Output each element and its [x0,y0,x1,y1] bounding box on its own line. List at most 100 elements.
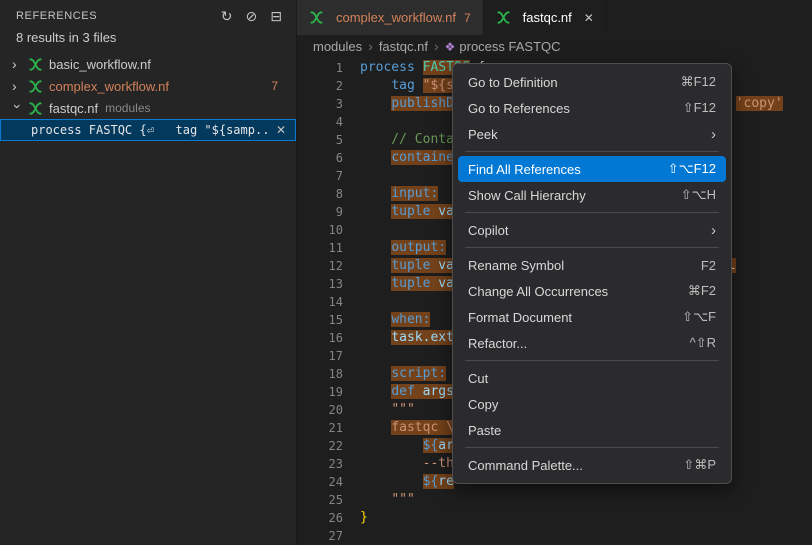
refresh-icon[interactable]: ↻ [221,9,233,23]
menu-item-peek[interactable]: Peek› [458,121,726,147]
code-token [360,474,423,489]
code-token: script: [391,366,446,381]
tree-item-fastqc-nf[interactable]: ›fastqc.nfmodules [0,97,296,119]
chevron-icon[interactable]: › [12,79,28,93]
menu-item-format-document[interactable]: Format Document⇧⌥F [458,304,726,330]
menu-item-rename-symbol[interactable]: Rename SymbolF2 [458,252,726,278]
clear-results-icon[interactable]: ⊘ [246,9,258,23]
tree-item-complex-workflow-nf[interactable]: ›complex_workflow.nf7 [0,75,296,97]
menu-item-shortcut: ⌘F12 [681,74,716,90]
menu-item-label: Go to References [468,101,655,116]
code-token: --th [360,456,454,471]
menu-item-label: Paste [468,423,716,438]
collapse-all-icon[interactable]: ⊟ [270,9,282,23]
code-token [360,240,391,255]
code-token [360,204,391,219]
menu-item-cut[interactable]: Cut [458,365,726,391]
tree-item-basic-workflow-nf[interactable]: ›basic_workflow.nf [0,53,296,75]
line-number: 17 [297,347,343,365]
file-name: fastqc.nf [49,101,98,116]
breadcrumb-label: fastqc.nf [379,39,428,54]
code-line-content: // Conta [360,131,454,149]
code-token [360,186,391,201]
chevron-icon[interactable]: › [11,104,25,120]
code-line-content: tuple va [360,203,454,221]
menu-item-copy[interactable]: Copy [458,391,726,417]
panel-toolbar: ↻ ⊘ ⊟ [221,9,282,23]
menu-item-go-to-definition[interactable]: Go to Definition⌘F12 [458,69,726,95]
menu-separator [465,212,719,213]
references-panel: REFERENCES ↻⊘⊟ 8 results in 3 files ›bas… [0,0,297,545]
menu-item-show-call-hierarchy[interactable]: Show Call Hierarchy⇧⌥H [458,182,726,208]
code-line-content: task.ext [360,329,454,347]
submenu-arrow-icon: › [711,126,716,143]
line-number: 21 [297,419,343,437]
code-line-content: tuple va [360,275,454,293]
menu-separator [465,247,719,248]
context-menu: Go to Definition⌘F12Go to References⇧F12… [452,63,732,484]
code-line-content: ${re [360,473,454,491]
menu-item-command-palette[interactable]: Command Palette...⇧⌘P [458,452,726,478]
breadcrumb-item-process-fastqc[interactable]: ❖process FASTQC [445,39,561,54]
menu-item-paste[interactable]: Paste [458,417,726,443]
breadcrumb-label: modules [313,39,362,54]
menu-item-copilot[interactable]: Copilot› [458,217,726,243]
menu-item-label: Change All Occurrences [468,284,660,299]
code-token: output: [391,240,446,255]
nextflow-icon [28,57,43,72]
code-line: 27 [297,527,812,545]
menu-separator [465,151,719,152]
tab-bar: complex_workflow.nf7fastqc.nf✕ [297,0,812,35]
code-line-content: def args [360,383,454,401]
chevron-icon[interactable]: › [12,57,28,71]
code-token [360,78,391,93]
reference-match-text: process FASTQC {⏎ tag "${samp... [31,123,272,137]
code-line-content: fastqc \ [360,419,454,437]
code-line-content: when: [360,311,430,329]
line-number: 15 [297,311,343,329]
close-icon[interactable]: ✕ [276,123,286,137]
menu-item-refactor[interactable]: Refactor...^⇧R [458,330,726,356]
menu-item-label: Copy [468,397,716,412]
line-number: 1 [297,59,343,77]
line-number: 25 [297,491,343,509]
breadcrumb-item-modules[interactable]: modules [313,39,362,54]
menu-item-shortcut: ⇧⌥F [682,309,716,325]
menu-item-change-all-occurrences[interactable]: Change All Occurrences ⌘F2 [458,278,726,304]
submenu-arrow-icon: › [711,222,716,239]
menu-item-shortcut: ^⇧R [690,335,716,351]
code-line-content: containe [360,149,454,167]
results-summary: 8 results in 3 files [0,28,296,53]
menu-item-label: Cut [468,371,716,386]
breadcrumb-separator-icon: › [434,38,439,54]
line-number: 2 [297,77,343,95]
line-number: 24 [297,473,343,491]
code-token: task.ext [391,330,454,345]
code-token: 'copy' [736,96,783,111]
close-icon[interactable]: ✕ [584,11,594,25]
code-token: tuple [391,258,438,273]
code-token: process [360,60,423,75]
menu-item-shortcut: ⇧⌥F12 [668,161,716,177]
menu-item-find-all-references[interactable]: Find All References⇧⌥F12 [458,156,726,182]
code-token [360,330,391,345]
code-line: 26} [297,509,812,527]
menu-item-go-to-references[interactable]: Go to References⇧F12 [458,95,726,121]
code-token: tag [391,78,422,93]
tab-fastqc-nf[interactable]: fastqc.nf✕ [484,0,607,35]
code-line: 25 """ [297,491,812,509]
breadcrumb-item-fastqc-nf[interactable]: fastqc.nf [379,39,428,54]
line-number: 22 [297,437,343,455]
menu-item-shortcut: ⌘F2 [688,283,716,299]
code-token [360,276,391,291]
code-line-content: --th [360,455,454,473]
tab-complex-workflow-nf[interactable]: complex_workflow.nf7 [297,0,484,35]
code-token: input: [391,186,438,201]
reference-match[interactable]: process FASTQC {⏎ tag "${samp... ✕ [0,119,296,141]
code-token [360,96,391,111]
code-token [360,438,423,453]
code-token: when: [391,312,430,327]
menu-item-shortcut: ⇧⌘P [683,457,716,473]
line-number: 23 [297,455,343,473]
menu-item-shortcut: ⇧⌥H [681,187,716,203]
